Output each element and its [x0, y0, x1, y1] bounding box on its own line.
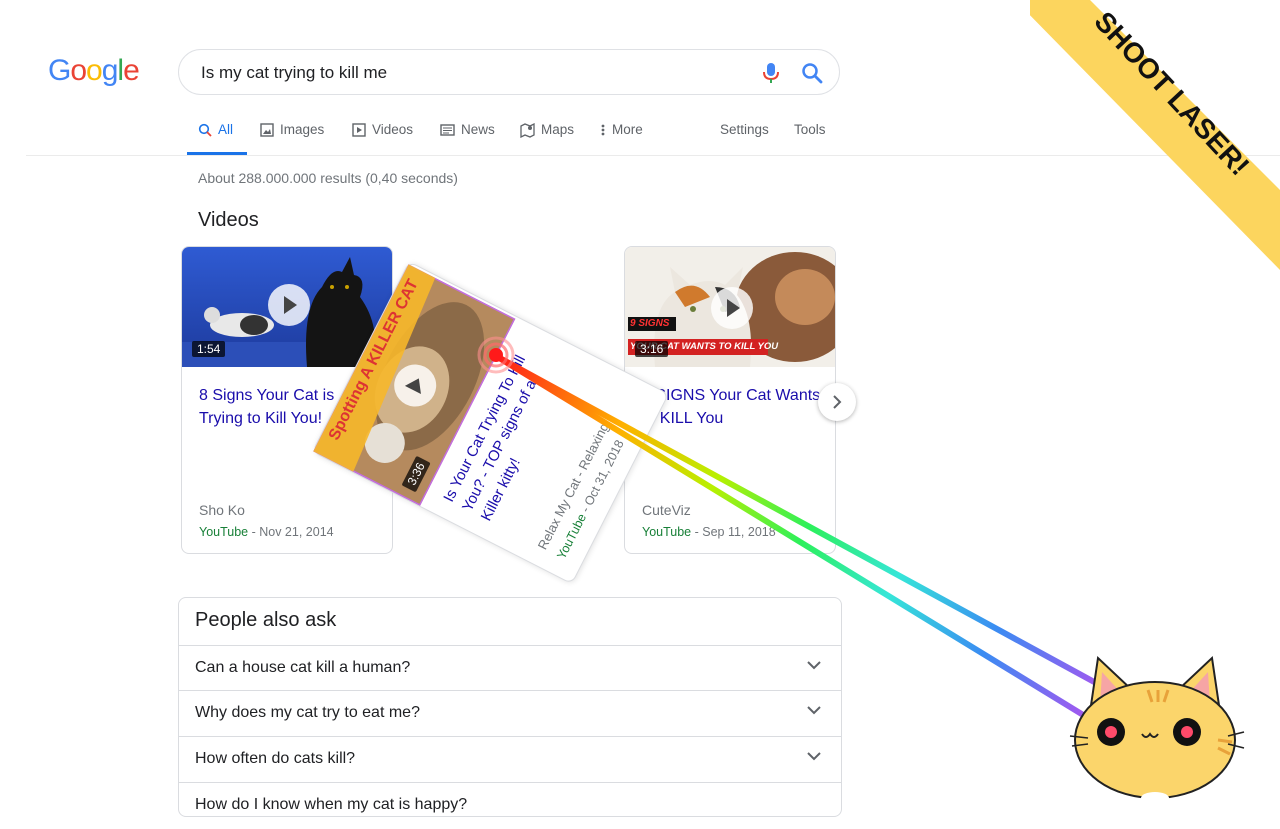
google-logo[interactable]: Google	[48, 54, 140, 88]
video-channel: CuteViz	[642, 502, 691, 518]
play-button[interactable]	[268, 284, 310, 326]
news-icon	[440, 124, 455, 136]
tab-videos[interactable]: Videos	[352, 122, 413, 156]
video-icon	[352, 123, 366, 137]
paa-question-text: How often do cats kill?	[195, 750, 356, 767]
video-date: - Nov 21, 2014	[248, 525, 334, 539]
cat-mascot-icon[interactable]	[1060, 650, 1250, 800]
video-duration: 1:54	[192, 341, 226, 357]
search-box[interactable]	[178, 49, 840, 95]
video-duration: 3:16	[635, 341, 669, 357]
video-source-name: YouTube	[642, 525, 692, 539]
carousel-next-button[interactable]	[818, 383, 856, 421]
paa-question-text: How do I know when my cat is happy?	[195, 796, 468, 813]
video-source-name: YouTube	[199, 525, 249, 539]
tab-news[interactable]: News	[440, 122, 495, 156]
tab-label: All	[218, 122, 234, 137]
paa-question-text: Can a house cat kill a human?	[195, 659, 411, 676]
search-input[interactable]	[199, 60, 743, 86]
paa-question[interactable]: Can a house cat kill a human?	[179, 645, 841, 692]
play-button[interactable]	[711, 287, 753, 329]
tab-label: News	[461, 122, 495, 137]
tab-all[interactable]: All	[198, 122, 233, 156]
video-title-link[interactable]: 9 SIGNS Your Cat Wants to KILL You	[642, 384, 822, 430]
video-source: YouTube - Sep 11, 2018	[642, 525, 776, 539]
image-icon	[260, 123, 274, 137]
paa-question[interactable]: How do I know when my cat is happy?	[179, 782, 841, 829]
chevron-down-icon	[807, 752, 821, 761]
tab-maps[interactable]: Maps	[520, 122, 574, 156]
chevron-right-icon	[833, 395, 842, 409]
video-date: - Sep 11, 2018	[691, 525, 776, 539]
paa-question[interactable]: How often do cats kill?	[179, 736, 841, 783]
shoot-laser-ribbon[interactable]: SHOOT LASER!	[1030, 0, 1280, 270]
search-icon[interactable]	[801, 62, 823, 84]
people-also-ask: People also ask Can a house cat kill a h…	[178, 597, 842, 817]
paa-question-text: Why does my cat try to eat me?	[195, 704, 420, 721]
tab-images[interactable]: Images	[260, 122, 324, 156]
tab-label: Maps	[541, 122, 575, 137]
result-stats: About 288.000.000 results (0,40 seconds)	[198, 170, 458, 186]
videos-heading: Videos	[198, 209, 259, 231]
settings-link[interactable]: Settings	[720, 122, 769, 156]
microphone-icon[interactable]	[761, 62, 781, 84]
tab-label: More	[612, 122, 643, 137]
tab-label: Videos	[372, 122, 414, 137]
chevron-down-icon	[807, 661, 821, 670]
tab-more[interactable]: More	[600, 122, 643, 156]
video-channel: Sho Ko	[199, 502, 245, 518]
tab-label: Images	[280, 122, 325, 137]
paa-heading: People also ask	[195, 609, 337, 631]
tools-link[interactable]: Tools	[794, 122, 826, 156]
paa-question[interactable]: Why does my cat try to eat me?	[179, 690, 841, 737]
more-vert-icon	[601, 124, 605, 136]
thumbnail-text: 9 SIGNS	[630, 318, 670, 329]
map-icon	[520, 123, 535, 138]
video-source: YouTube - Nov 21, 2014	[199, 525, 334, 539]
chevron-down-icon	[807, 706, 821, 715]
tools-label: Tools	[794, 122, 826, 137]
settings-label: Settings	[720, 122, 769, 137]
search-icon	[198, 123, 212, 137]
